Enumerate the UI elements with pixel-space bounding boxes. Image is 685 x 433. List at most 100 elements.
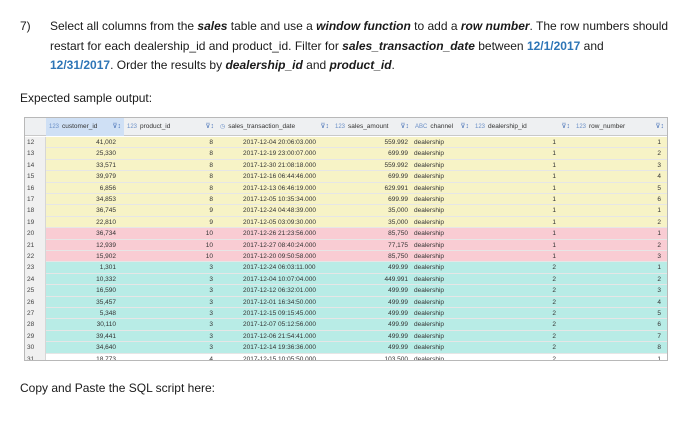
- cell-dealership-id[interactable]: 1: [472, 240, 573, 251]
- cell-row-number[interactable]: 2: [573, 274, 667, 285]
- cell-customer-id[interactable]: 18,773: [46, 354, 124, 360]
- cell-row-number[interactable]: 5: [573, 183, 667, 194]
- cell-row-number[interactable]: 3: [573, 160, 667, 171]
- cell-dealership-id[interactable]: 2: [472, 342, 573, 353]
- cell-customer-id[interactable]: 5,348: [46, 308, 124, 319]
- cell-sales-amount[interactable]: 85,750: [332, 251, 412, 262]
- cell-dealership-id[interactable]: 1: [472, 194, 573, 205]
- cell-dealership-id[interactable]: 2: [472, 285, 573, 296]
- cell-customer-id[interactable]: 39,441: [46, 331, 124, 342]
- table-row[interactable]: 24 10,332 3 2017-12-04 10:07:04.000 449.991 d…: [25, 273, 667, 286]
- cell-row-number[interactable]: 1: [573, 228, 667, 239]
- result-grid[interactable]: 123 customer_id ⊽↕ 123 product_id ⊽↕ ◷ sale…: [24, 117, 668, 361]
- cell-product-id[interactable]: 3: [124, 308, 217, 319]
- column-header-sales-amount[interactable]: 123 sales_amount ⊽↕: [332, 118, 412, 136]
- cell-product-id[interactable]: 9: [124, 205, 217, 216]
- cell-channel[interactable]: dealership: [412, 194, 472, 205]
- cell-sales-amount[interactable]: 35,000: [332, 205, 412, 216]
- cell-product-id[interactable]: 3: [124, 342, 217, 353]
- cell-row-number[interactable]: 1: [573, 205, 667, 216]
- cell-row-number[interactable]: 7: [573, 331, 667, 342]
- row-index[interactable]: 17: [25, 194, 46, 206]
- cell-sales-amount[interactable]: 499.99: [332, 331, 412, 342]
- cell-row-number[interactable]: 1: [573, 354, 667, 360]
- cell-channel[interactable]: dealership: [412, 308, 472, 319]
- cell-channel[interactable]: dealership: [412, 262, 472, 273]
- cell-sales-amount[interactable]: 559.992: [332, 160, 412, 171]
- cell-product-id[interactable]: 3: [124, 274, 217, 285]
- cell-sales-transaction-date[interactable]: 2017-12-13 06:46:19.000: [217, 183, 332, 194]
- cell-customer-id[interactable]: 15,902: [46, 251, 124, 262]
- cell-sales-transaction-date[interactable]: 2017-12-26 21:23:56.000: [217, 228, 332, 239]
- cell-row-number[interactable]: 2: [573, 217, 667, 228]
- row-index[interactable]: 19: [25, 216, 46, 229]
- cell-channel[interactable]: dealership: [412, 217, 472, 228]
- row-index[interactable]: 21: [25, 239, 46, 251]
- cell-product-id[interactable]: 3: [124, 285, 217, 296]
- cell-sales-transaction-date[interactable]: 2017-12-06 21:54:41.000: [217, 331, 332, 342]
- cell-sales-amount[interactable]: 499.99: [332, 342, 412, 353]
- cell-row-number[interactable]: 6: [573, 194, 667, 205]
- cell-dealership-id[interactable]: 2: [472, 274, 573, 285]
- table-row[interactable]: 26 35,457 3 2017-12-01 16:34:50.000 499.99 de…: [25, 296, 667, 308]
- cell-dealership-id[interactable]: 2: [472, 331, 573, 342]
- cell-sales-amount[interactable]: 699.99: [332, 148, 412, 159]
- cell-product-id[interactable]: 8: [124, 148, 217, 159]
- row-index[interactable]: 26: [25, 296, 46, 308]
- table-row[interactable]: 30 34,640 3 2017-12-14 19:36:36.000 499.99 de…: [25, 342, 667, 354]
- cell-customer-id[interactable]: 34,853: [46, 194, 124, 205]
- cell-customer-id[interactable]: 10,332: [46, 274, 124, 285]
- column-header-dealership-id[interactable]: 123 dealership_id ⊽↕: [472, 118, 573, 136]
- cell-product-id[interactable]: 10: [124, 251, 217, 262]
- cell-row-number[interactable]: 2: [573, 148, 667, 159]
- filter-sort-icon[interactable]: ⊽↕: [400, 118, 409, 136]
- cell-customer-id[interactable]: 36,734: [46, 228, 124, 239]
- row-index[interactable]: 28: [25, 319, 46, 331]
- cell-customer-id[interactable]: 30,110: [46, 319, 124, 330]
- cell-dealership-id[interactable]: 1: [472, 148, 573, 159]
- cell-customer-id[interactable]: 6,856: [46, 183, 124, 194]
- row-index[interactable]: 15: [25, 171, 46, 183]
- cell-product-id[interactable]: 8: [124, 183, 217, 194]
- cell-row-number[interactable]: 3: [573, 251, 667, 262]
- cell-sales-amount[interactable]: 449.991: [332, 274, 412, 285]
- cell-sales-amount[interactable]: 499.99: [332, 285, 412, 296]
- cell-channel[interactable]: dealership: [412, 285, 472, 296]
- cell-product-id[interactable]: 8: [124, 171, 217, 182]
- table-row[interactable]: 17 34,853 8 2017-12-05 10:35:34.000 699.99 de…: [25, 194, 667, 206]
- table-row[interactable]: 23 1,301 3 2017-12-24 06:03:11.000 499.99 dea…: [25, 262, 667, 274]
- cell-channel[interactable]: dealership: [412, 251, 472, 262]
- cell-dealership-id[interactable]: 1: [472, 137, 573, 148]
- cell-sales-amount[interactable]: 559.992: [332, 137, 412, 148]
- filter-sort-icon[interactable]: ⊽↕: [320, 118, 329, 136]
- cell-sales-amount[interactable]: 85,750: [332, 228, 412, 239]
- cell-dealership-id[interactable]: 2: [472, 354, 573, 360]
- row-index[interactable]: 30: [25, 342, 46, 354]
- table-row[interactable]: 28 30,110 3 2017-12-07 05:12:56.000 499.99 de…: [25, 319, 667, 331]
- row-index[interactable]: 22: [25, 251, 46, 263]
- cell-dealership-id[interactable]: 2: [472, 262, 573, 273]
- cell-row-number[interactable]: 6: [573, 319, 667, 330]
- filter-sort-icon[interactable]: ⊽↕: [561, 118, 570, 136]
- cell-customer-id[interactable]: 34,640: [46, 342, 124, 353]
- cell-dealership-id[interactable]: 1: [472, 160, 573, 171]
- table-row[interactable]: 19 22,810 9 2017-12-05 03:09:30.000 35,000 de…: [25, 216, 667, 229]
- cell-sales-amount[interactable]: 499.99: [332, 308, 412, 319]
- cell-dealership-id[interactable]: 2: [472, 297, 573, 308]
- cell-sales-transaction-date[interactable]: 2017-12-20 09:50:58.000: [217, 251, 332, 262]
- table-row[interactable]: 12 41,002 8 2017-12-04 20:06:03.000 559.992 d…: [25, 137, 667, 149]
- cell-channel[interactable]: dealership: [412, 240, 472, 251]
- cell-channel[interactable]: dealership: [412, 354, 472, 360]
- filter-sort-icon[interactable]: ⊽↕: [112, 118, 121, 136]
- cell-dealership-id[interactable]: 1: [472, 205, 573, 216]
- cell-channel[interactable]: dealership: [412, 171, 472, 182]
- cell-channel[interactable]: dealership: [412, 297, 472, 308]
- table-row[interactable]: 27 5,348 3 2017-12-15 09:15:45.000 499.99 dea…: [25, 308, 667, 320]
- cell-channel[interactable]: dealership: [412, 274, 472, 285]
- cell-customer-id[interactable]: 22,810: [46, 217, 124, 228]
- cell-customer-id[interactable]: 41,002: [46, 137, 124, 148]
- cell-sales-amount[interactable]: 499.99: [332, 319, 412, 330]
- row-index[interactable]: 13: [25, 148, 46, 160]
- cell-channel[interactable]: dealership: [412, 137, 472, 148]
- cell-row-number[interactable]: 8: [573, 342, 667, 353]
